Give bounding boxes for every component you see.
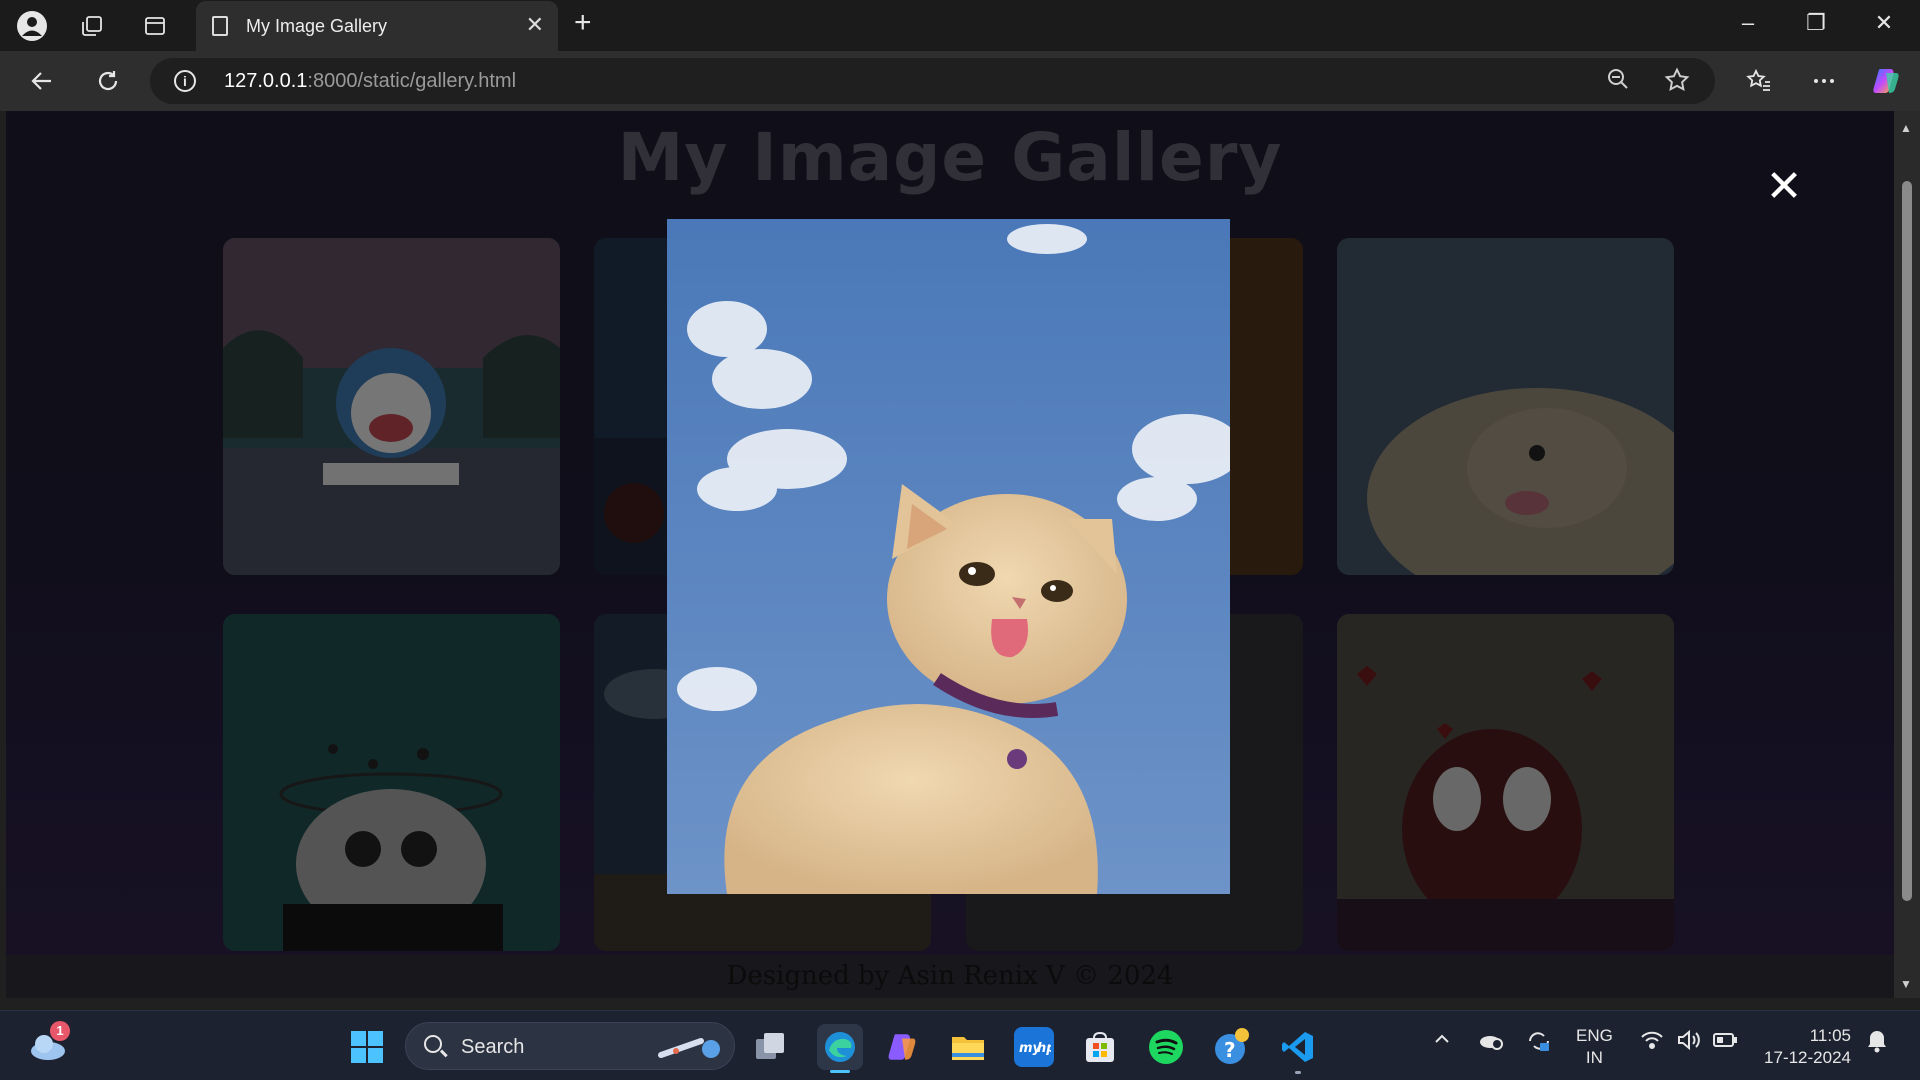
profile-icon[interactable] [14, 8, 50, 44]
new-tab-button[interactable]: + [574, 6, 592, 40]
close-tab-icon[interactable]: ✕ [526, 12, 544, 38]
scrollbar-thumb[interactable] [1902, 181, 1912, 901]
scroll-down-arrow-icon[interactable]: ▼ [1900, 977, 1912, 991]
edge-taskbar-icon[interactable] [817, 1024, 863, 1073]
search-placeholder: Search [461, 1036, 525, 1058]
tab-title: My Image Gallery [246, 16, 388, 36]
tab-my-image-gallery[interactable]: My Image Gallery ✕ [196, 1, 558, 51]
vertical-tabs-icon[interactable] [137, 8, 173, 44]
page-viewport: My Image Gallery Designed by Asin Renix … [6, 111, 1894, 998]
weather-badge: 1 [50, 1021, 70, 1041]
clock-date: 17-12-2024 [1764, 1048, 1851, 1067]
workspaces-icon[interactable] [74, 8, 110, 44]
task-view-icon[interactable] [750, 1027, 790, 1067]
taskbar: 1 Search myhp ? [0, 1010, 1920, 1080]
favorites-icon[interactable] [1741, 63, 1777, 99]
toolbar: i 127.0.0.1:8000/static/gallery.html [0, 51, 1920, 111]
address-bar[interactable]: i 127.0.0.1:8000/static/gallery.html [150, 58, 1715, 104]
copilot-taskbar-icon[interactable] [882, 1027, 922, 1067]
url-text[interactable]: 127.0.0.1:8000/static/gallery.html [224, 70, 516, 93]
clock[interactable]: 11:05 17-12-2024 [1755, 1025, 1851, 1069]
spotify-icon[interactable] [1146, 1027, 1186, 1067]
weather-widget-icon[interactable]: 1 [28, 1021, 70, 1063]
taskbar-search[interactable]: Search [405, 1022, 735, 1070]
refresh-button[interactable] [90, 63, 126, 99]
restore-button[interactable]: ❐ [1796, 10, 1836, 36]
wifi-icon[interactable] [1640, 1029, 1664, 1057]
language-indicator[interactable]: ENG IN [1576, 1025, 1613, 1069]
document-icon [212, 16, 228, 36]
onedrive-icon[interactable] [1478, 1029, 1504, 1057]
language-code: ENG [1576, 1026, 1613, 1045]
search-icon [424, 1035, 442, 1053]
search-highlight-icon [656, 1033, 726, 1066]
vscode-icon[interactable] [1278, 1027, 1318, 1074]
start-windows-icon[interactable] [347, 1027, 387, 1067]
lightbox-image-cat[interactable] [667, 219, 1230, 894]
lightbox-close-button[interactable]: ✕ [1764, 165, 1804, 209]
svg-text:?: ? [1224, 1038, 1236, 1062]
active-indicator [830, 1070, 850, 1073]
more-menu-icon[interactable] [1806, 63, 1842, 99]
minimize-button[interactable]: – [1728, 10, 1768, 36]
back-button[interactable] [24, 63, 60, 99]
zoom-out-icon[interactable] [1606, 67, 1630, 98]
site-info-icon[interactable]: i [174, 70, 196, 92]
running-indicator [1295, 1071, 1301, 1074]
file-explorer-icon[interactable] [948, 1027, 988, 1067]
sync-icon[interactable] [1526, 1029, 1552, 1059]
svg-text:hp: hp [1037, 1041, 1051, 1056]
notifications-bell-icon[interactable] [1866, 1029, 1888, 1059]
page-scrollbar[interactable]: ▲ ▼ [1894, 111, 1920, 998]
get-help-icon[interactable]: ? [1212, 1027, 1252, 1067]
tab-bar: My Image Gallery ✕ + – ❐ ✕ [0, 0, 1920, 51]
browser-window: My Image Gallery ✕ + – ❐ ✕ i 127.0.0.1:8… [0, 0, 1920, 1010]
copilot-icon[interactable] [1868, 63, 1904, 99]
volume-icon[interactable] [1676, 1029, 1702, 1057]
favorite-star-icon[interactable] [1664, 67, 1690, 100]
region-code: IN [1585, 1048, 1603, 1067]
clock-time: 11:05 [1809, 1026, 1851, 1045]
show-hidden-icons-chevron-icon[interactable] [1432, 1029, 1452, 1055]
scroll-up-arrow-icon[interactable]: ▲ [1900, 121, 1912, 135]
close-window-button[interactable]: ✕ [1864, 10, 1904, 36]
microsoft-store-icon[interactable] [1080, 1027, 1120, 1067]
battery-icon[interactable] [1712, 1029, 1738, 1057]
myhp-icon[interactable]: myhp [1014, 1027, 1054, 1067]
